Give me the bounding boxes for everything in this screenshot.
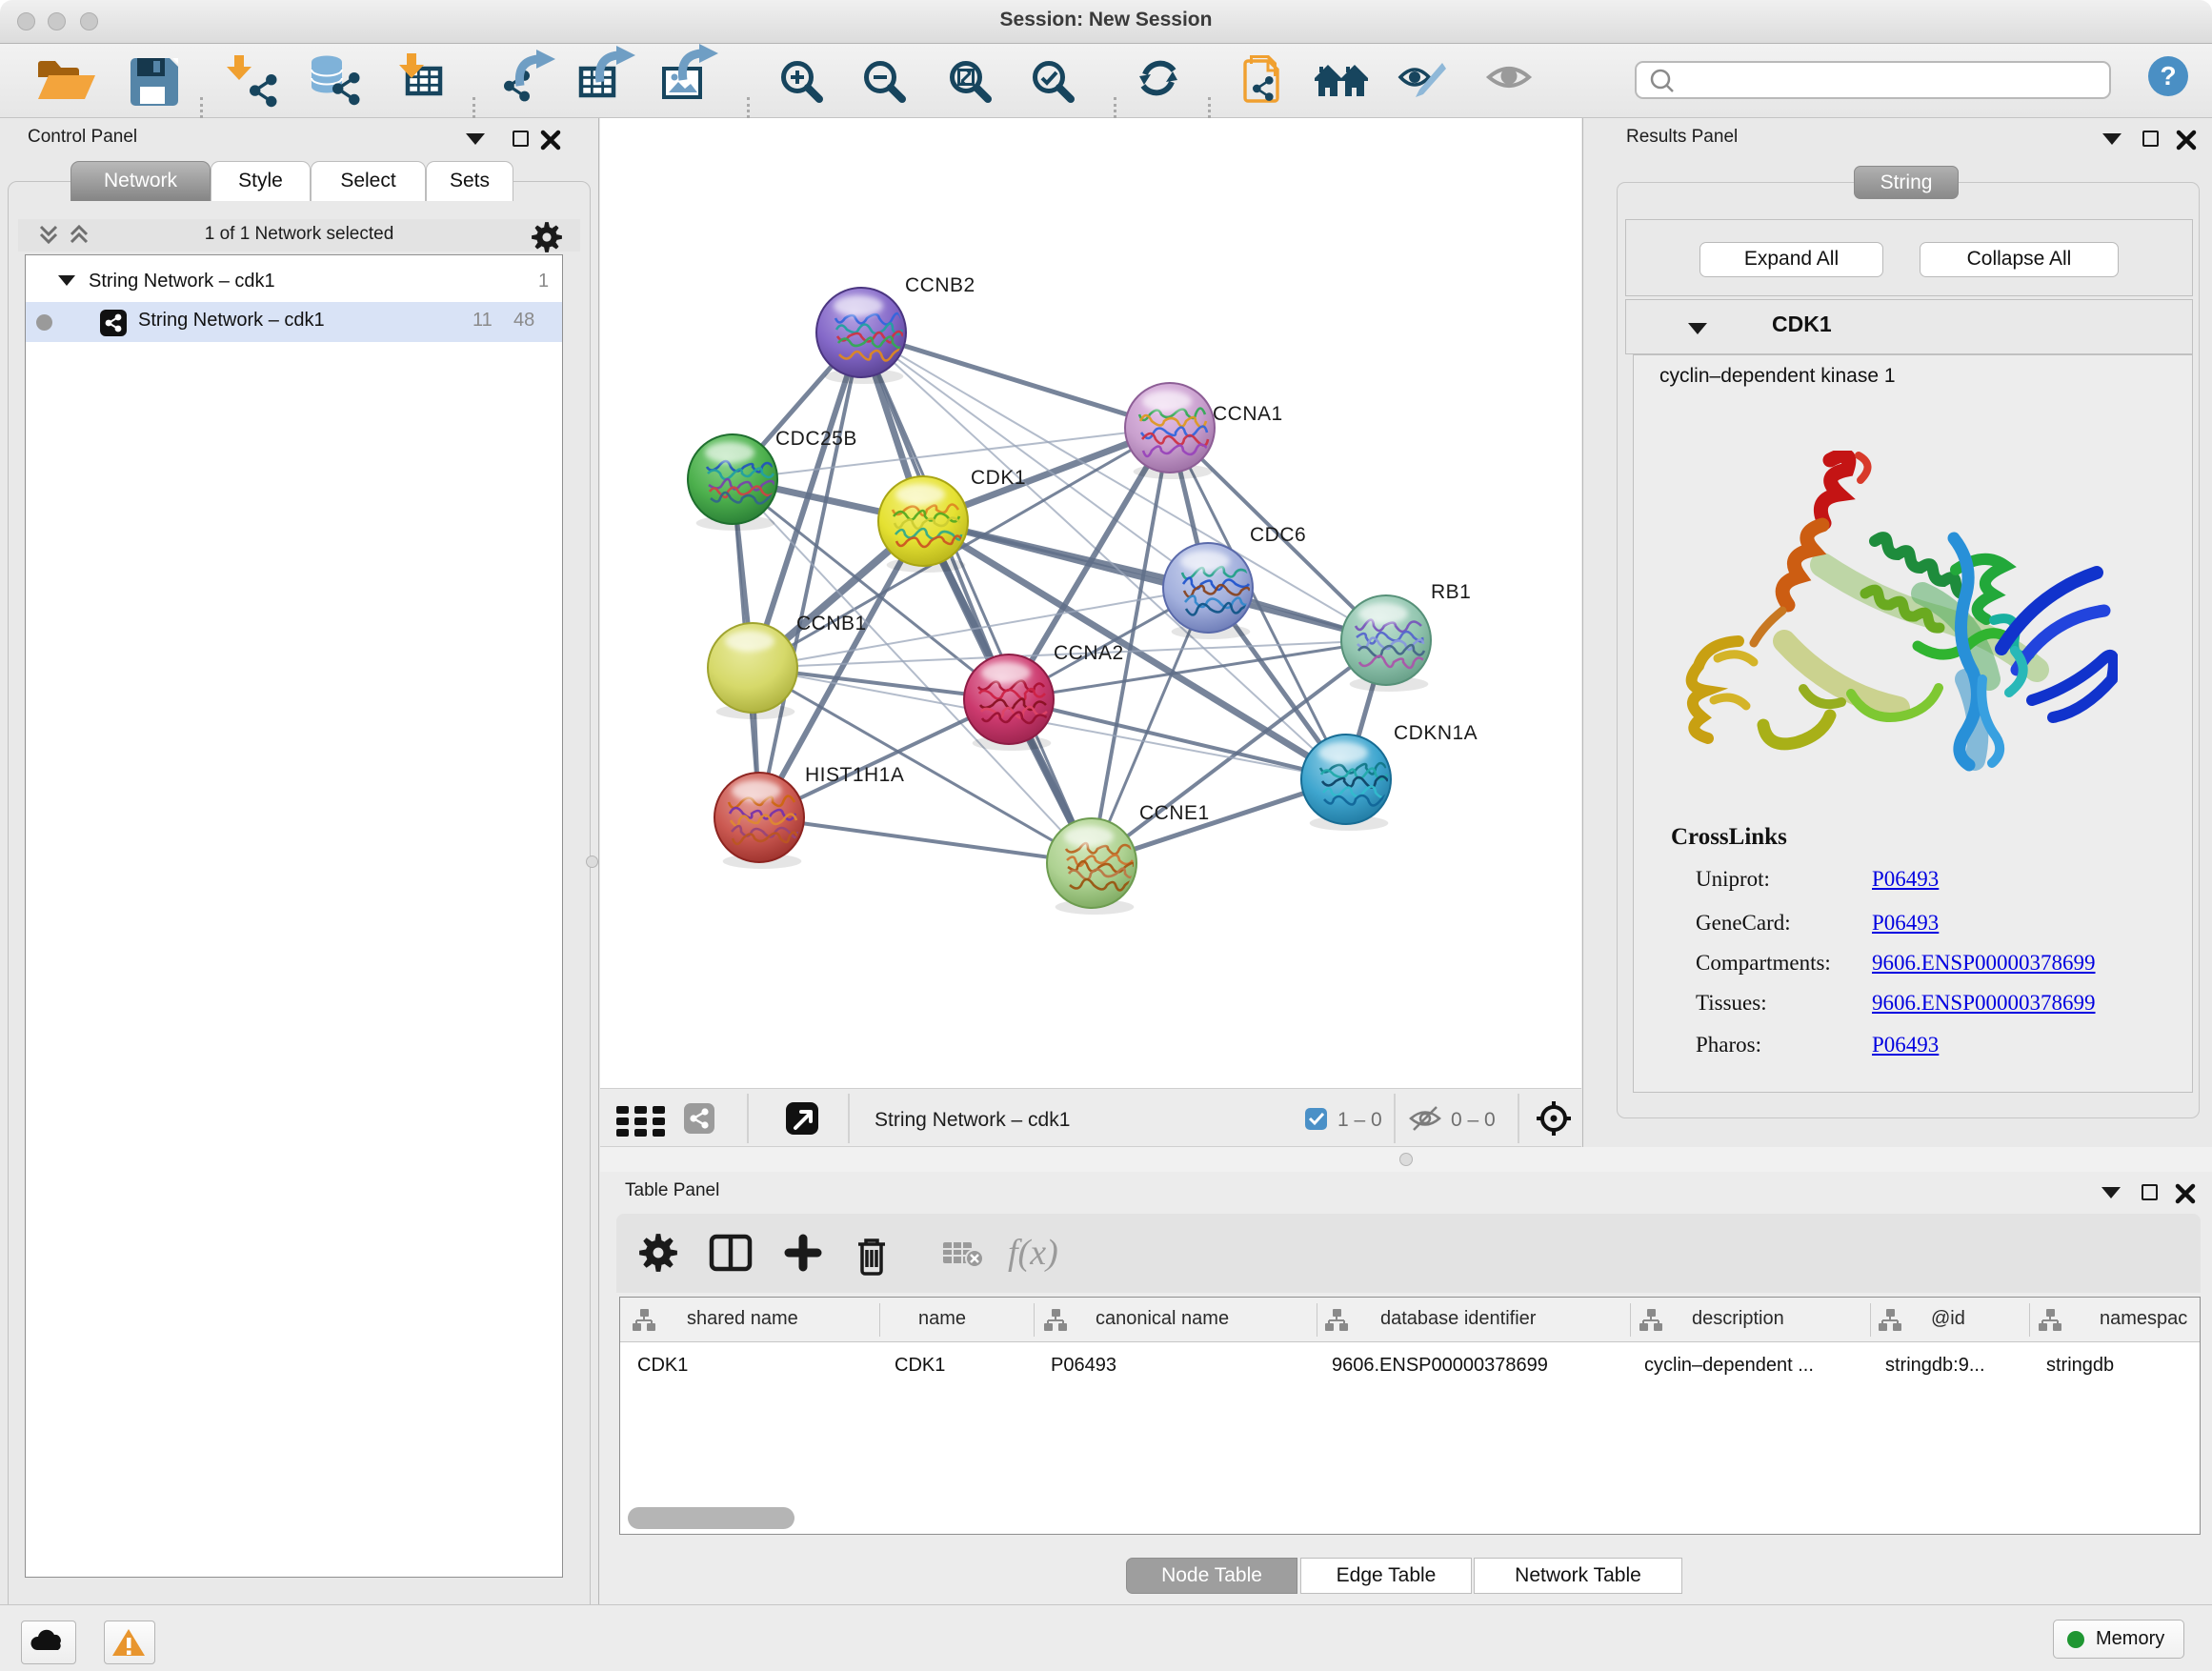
svg-text:CDC25B: CDC25B <box>775 428 857 450</box>
svg-text:HIST1H1A: HIST1H1A <box>805 764 904 786</box>
svg-text:CCNB2: CCNB2 <box>905 274 975 296</box>
svg-text:1 – 0: 1 – 0 <box>1337 1109 1382 1131</box>
svg-text:CCNB1: CCNB1 <box>796 613 867 634</box>
svg-text:CDK1: CDK1 <box>971 467 1026 489</box>
svg-text:?: ? <box>2160 61 2176 91</box>
svg-text:String Network – cdk1: String Network – cdk1 <box>875 1109 1070 1131</box>
svg-text:CCNE1: CCNE1 <box>1139 802 1210 824</box>
svg-text:CCNA2: CCNA2 <box>1054 642 1124 664</box>
svg-text:CDKN1A: CDKN1A <box>1394 722 1478 744</box>
svg-text:CCNA1: CCNA1 <box>1213 403 1283 425</box>
svg-text:CDC6: CDC6 <box>1250 524 1306 546</box>
svg-text:0 – 0: 0 – 0 <box>1451 1109 1496 1131</box>
svg-text:RB1: RB1 <box>1431 581 1471 603</box>
svg-text:f(x): f(x) <box>1008 1233 1058 1273</box>
